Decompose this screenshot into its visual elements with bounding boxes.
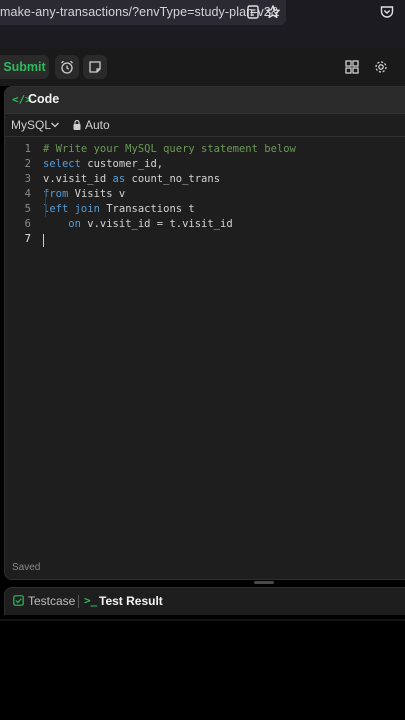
divider — [0, 619, 405, 621]
language-selector[interactable]: MySQL — [11, 118, 51, 132]
tab-test-result[interactable]: Test Result — [99, 594, 163, 608]
submit-button[interactable]: Submit — [0, 55, 49, 79]
bottom-tab-bar: Testcase >_ Test Result — [4, 587, 405, 615]
code-line[interactable]: 2 select customer_id, — [5, 158, 405, 173]
browser-toolbar: make-any-transactions/?envType=study-pla… — [0, 0, 405, 48]
app-toolbar: Submit — [0, 48, 405, 86]
code-panel: </> Code MySQL Auto 1 # Write your MySQL … — [4, 86, 405, 580]
line-number: 2 — [24, 158, 31, 170]
checkbox-icon — [13, 595, 24, 606]
code-text[interactable]: from Visits v — [43, 188, 125, 200]
code-text[interactable]: select customer_id, — [43, 158, 163, 170]
note-icon — [89, 61, 101, 73]
panel-resize-handle[interactable] — [254, 581, 274, 584]
layout-icon[interactable] — [344, 59, 360, 75]
code-line[interactable]: 3 v.visit_id as count_no_trans — [5, 173, 405, 188]
code-panel-header: </> Code — [5, 87, 405, 114]
chevron-down-icon[interactable] — [50, 120, 60, 130]
language-bar: MySQL Auto — [5, 114, 405, 137]
code-line[interactable]: 4 from Visits v — [5, 188, 405, 203]
pocket-icon[interactable] — [379, 4, 395, 20]
code-panel-title: Code — [28, 92, 60, 106]
line-number: 5 — [24, 203, 31, 215]
notes-button[interactable] — [83, 55, 107, 79]
line-number: 7 — [24, 233, 31, 245]
code-text[interactable]: on v.visit_id = t.visit_id — [43, 218, 232, 230]
tab-divider — [78, 595, 79, 608]
line-number: 3 — [24, 173, 31, 185]
indent-guide — [45, 189, 46, 217]
bookmark-star-icon[interactable] — [265, 4, 281, 20]
line-number: 1 — [24, 143, 31, 155]
gear-icon[interactable] — [373, 59, 389, 75]
code-line[interactable]: 6 on v.visit_id = t.visit_id — [5, 218, 405, 233]
code-text[interactable]: left join Transactions t — [43, 203, 195, 215]
code-line[interactable]: 7 — [5, 233, 405, 248]
line-number: 6 — [24, 218, 31, 230]
timer-button[interactable] — [55, 55, 79, 79]
text-cursor — [43, 234, 44, 247]
line-number: 4 — [24, 188, 31, 200]
code-line[interactable]: 5 left join Transactions t — [5, 203, 405, 218]
url-text[interactable]: make-any-transactions/?envType=study-pla… — [0, 5, 279, 19]
code-text[interactable]: # Write your MySQL query statement below — [43, 143, 296, 155]
code-line[interactable]: 1 # Write your MySQL query statement belo… — [5, 143, 405, 158]
alarm-clock-icon — [61, 60, 73, 74]
terminal-icon: >_ — [84, 594, 98, 607]
code-text[interactable]: v.visit_id as count_no_trans — [43, 173, 220, 185]
lock-icon — [73, 119, 81, 130]
autocomplete-mode[interactable]: Auto — [85, 118, 110, 132]
save-status: Saved — [12, 562, 41, 573]
reader-mode-icon[interactable] — [245, 4, 261, 20]
address-bar[interactable]: make-any-transactions/?envType=study-pla… — [0, 0, 286, 25]
tab-testcase[interactable]: Testcase — [28, 594, 75, 608]
